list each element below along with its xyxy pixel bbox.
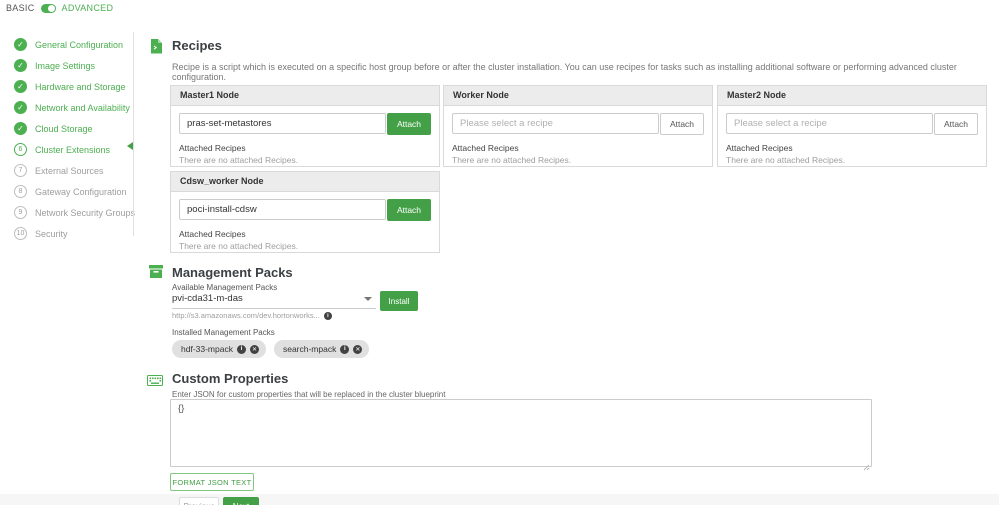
check-icon: ✓ (14, 38, 27, 51)
keyboard-icon (147, 373, 163, 391)
installed-packs-chips: hdf-33-mpack i ✕ search-mpack i ✕ (172, 340, 369, 358)
sidebar-item-network-and-availability[interactable]: ✓ Network and Availability (14, 97, 135, 118)
node-card-title: Cdsw_worker Node (171, 172, 439, 192)
no-attached-recipes-text: There are no attached Recipes. (179, 241, 431, 251)
pack-url-row: http://s3.amazonaws.com/dev.hortonworks.… (172, 311, 332, 320)
check-icon: ✓ (14, 80, 27, 93)
installed-packs-label: Installed Management Packs (172, 328, 275, 337)
node-card-title: Worker Node (444, 86, 712, 106)
sidebar-item-label: Image Settings (35, 61, 95, 71)
sidebar-item-general-configuration[interactable]: ✓ General Configuration (14, 34, 135, 55)
sidebar-item-external-sources[interactable]: 7 External Sources (14, 160, 135, 181)
advanced-mode-toggle[interactable] (41, 4, 56, 13)
attach-recipe-button[interactable]: Attach (934, 113, 978, 135)
sidebar-item-image-settings[interactable]: ✓ Image Settings (14, 55, 135, 76)
install-mpack-button[interactable]: Install (380, 291, 418, 311)
recipe-select-input[interactable] (726, 113, 933, 134)
sidebar-item-label: Cluster Extensions (35, 145, 110, 155)
available-packs-select[interactable]: pvi-cda31-m-das (172, 293, 376, 309)
footer-strip (0, 494, 999, 505)
step-number-icon: 9 (14, 206, 27, 219)
check-icon: ✓ (14, 122, 27, 135)
recipe-card-worker: Worker Node Attach Attached Recipes Ther… (443, 85, 713, 167)
attached-recipes-label: Attached Recipes (726, 143, 978, 153)
sidebar-item-label: External Sources (35, 166, 104, 176)
sidebar-item-security[interactable]: 10 Security (14, 223, 135, 244)
management-packs-section-title: Management Packs (172, 265, 293, 280)
no-attached-recipes-text: There are no attached Recipes. (452, 155, 704, 165)
sidebar-item-label: Security (35, 229, 68, 239)
sidebar-divider (133, 32, 134, 236)
recipe-select-input[interactable] (179, 113, 386, 134)
attached-recipes-label: Attached Recipes (179, 143, 431, 153)
sidebar-item-hardware-and-storage[interactable]: ✓ Hardware and Storage (14, 76, 135, 97)
pack-url-text: http://s3.amazonaws.com/dev.hortonworks.… (172, 311, 320, 320)
step-number-icon: 10 (14, 227, 27, 240)
no-attached-recipes-text: There are no attached Recipes. (179, 155, 431, 165)
chevron-down-icon (364, 297, 372, 301)
attached-recipes-label: Attached Recipes (179, 229, 431, 239)
mpack-chip: search-mpack i ✕ (274, 340, 369, 358)
sidebar-item-label: Cloud Storage (35, 124, 93, 134)
sidebar-item-cloud-storage[interactable]: ✓ Cloud Storage (14, 118, 135, 139)
node-card-title: Master1 Node (171, 86, 439, 106)
recipe-file-icon (150, 39, 163, 59)
info-icon[interactable]: i (237, 345, 246, 354)
format-json-button[interactable]: FORMAT JSON TEXT (170, 473, 254, 491)
check-icon: ✓ (14, 59, 27, 72)
sidebar-item-label: Network and Availability (35, 103, 130, 113)
attach-recipe-button[interactable]: Attach (387, 113, 431, 135)
check-icon: ✓ (14, 101, 27, 114)
package-box-icon (149, 265, 163, 283)
sidebar-item-label: General Configuration (35, 40, 123, 50)
custom-properties-description: Enter JSON for custom properties that wi… (172, 390, 445, 399)
cluster-wizard-page: BASIC ADVANCED ✓ General Configuration ✓… (0, 0, 999, 505)
custom-properties-section-title: Custom Properties (172, 371, 288, 386)
attached-recipes-label: Attached Recipes (452, 143, 704, 153)
sidebar-item-network-security-groups[interactable]: 9 Network Security Groups (14, 202, 135, 223)
recipe-card-master2: Master2 Node Attach Attached Recipes The… (717, 85, 987, 167)
active-step-arrow-icon (127, 142, 133, 150)
no-attached-recipes-text: There are no attached Recipes. (726, 155, 978, 165)
recipe-card-cdsw-worker: Cdsw_worker Node Attach Attached Recipes… (170, 171, 440, 253)
advanced-mode-label: ADVANCED (62, 3, 114, 13)
attach-recipe-button[interactable]: Attach (660, 113, 704, 135)
custom-properties-json-input[interactable] (170, 399, 872, 467)
step-number-icon: 6 (14, 143, 27, 156)
sidebar-item-cluster-extensions[interactable]: 6 Cluster Extensions (14, 139, 135, 160)
recipe-select-input[interactable] (179, 199, 386, 220)
selected-pack-value: pvi-cda31-m-das (172, 293, 243, 304)
recipe-select-input[interactable] (452, 113, 659, 134)
mpack-chip: hdf-33-mpack i ✕ (172, 340, 266, 358)
mpack-chip-label: hdf-33-mpack (181, 344, 233, 354)
sidebar-item-gateway-configuration[interactable]: 8 Gateway Configuration (14, 181, 135, 202)
step-number-icon: 7 (14, 164, 27, 177)
sidebar-item-label: Network Security Groups (35, 208, 135, 218)
available-packs-label: Available Management Packs (172, 283, 277, 292)
toggle-knob-icon (48, 5, 55, 12)
close-icon[interactable]: ✕ (250, 345, 259, 354)
sidebar-item-label: Hardware and Storage (35, 82, 126, 92)
info-icon[interactable]: i (340, 345, 349, 354)
wizard-steps-sidebar: ✓ General Configuration ✓ Image Settings… (14, 34, 135, 244)
basic-mode-label: BASIC (6, 3, 35, 13)
previous-step-button[interactable]: Previous (179, 497, 219, 505)
step-number-icon: 8 (14, 185, 27, 198)
recipes-section-title: Recipes (172, 38, 222, 53)
next-step-button[interactable]: Next (223, 497, 259, 505)
close-icon[interactable]: ✕ (353, 345, 362, 354)
sidebar-item-label: Gateway Configuration (35, 187, 127, 197)
info-icon[interactable]: i (324, 312, 332, 320)
recipe-card-master1: Master1 Node Attach Attached Recipes The… (170, 85, 440, 167)
recipes-section-description: Recipe is a script which is executed on … (172, 62, 972, 82)
attach-recipe-button[interactable]: Attach (387, 199, 431, 221)
node-card-title: Master2 Node (718, 86, 986, 106)
mpack-chip-label: search-mpack (283, 344, 336, 354)
mode-toggle-bar: BASIC ADVANCED (6, 3, 113, 13)
